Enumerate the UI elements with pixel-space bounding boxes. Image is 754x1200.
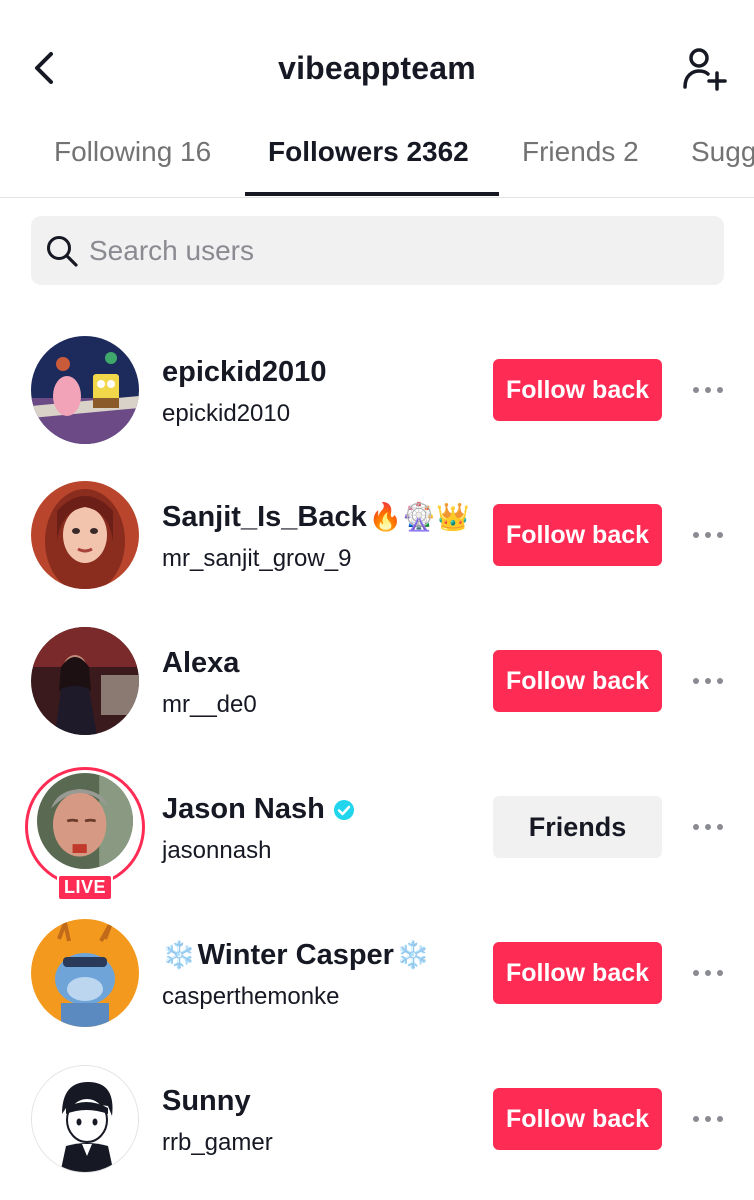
follow-back-button[interactable]: Follow back <box>493 359 662 421</box>
list-item: LIVE Jason Nash jasonnash Friends <box>0 767 754 919</box>
avatar[interactable] <box>31 481 139 589</box>
username-handle[interactable]: epickid2010 <box>162 400 290 428</box>
verified-badge-icon <box>333 799 355 821</box>
tab-friends[interactable]: Friends 2 <box>522 136 639 168</box>
avatar[interactable] <box>31 336 139 444</box>
more-options-button[interactable] <box>684 1103 732 1135</box>
tab-bar: Following 16 Followers 2362 Friends 2 Su… <box>0 120 754 198</box>
top-bar: vibeappteam <box>0 0 754 130</box>
friends-button[interactable]: Friends <box>493 796 662 858</box>
list-item: ❄️ Winter Casper ❄️ casperthemonke Follow … <box>0 919 754 1065</box>
more-icon <box>692 964 724 982</box>
search-input[interactable] <box>89 234 689 267</box>
tab-followers[interactable]: Followers 2362 <box>268 136 469 168</box>
more-options-button[interactable] <box>684 374 732 406</box>
username-name[interactable]: epickid2010 <box>162 356 326 389</box>
username-handle[interactable]: mr__de0 <box>162 691 257 719</box>
emoji-decoration: ❄️ <box>395 940 430 971</box>
username-handle[interactable]: casperthemonke <box>162 983 339 1011</box>
more-icon <box>692 381 724 399</box>
active-tab-indicator <box>245 192 499 196</box>
list-item: epickid2010 epickid2010 Follow back <box>0 336 754 482</box>
more-icon <box>692 1110 724 1128</box>
more-icon <box>692 818 724 836</box>
page-title: vibeappteam <box>278 50 476 86</box>
follow-back-button[interactable]: Follow back <box>493 1088 662 1150</box>
username-name[interactable]: Sunny <box>162 1085 251 1118</box>
add-user-button[interactable] <box>680 46 730 96</box>
more-options-button[interactable] <box>684 665 732 697</box>
more-icon <box>692 526 724 544</box>
live-badge: LIVE <box>57 874 113 901</box>
emoji-decoration: 🔥🎡👑 <box>368 502 470 533</box>
avatar[interactable] <box>37 773 133 869</box>
avatar[interactable] <box>31 919 139 1027</box>
more-options-button[interactable] <box>684 811 732 843</box>
username-name[interactable]: Alexa <box>162 647 239 680</box>
username-name[interactable]: Jason Nash <box>162 793 355 826</box>
more-icon <box>692 672 724 690</box>
follow-back-button[interactable]: Follow back <box>493 504 662 566</box>
more-options-button[interactable] <box>684 957 732 989</box>
search-icon <box>45 234 79 268</box>
tab-following[interactable]: Following 16 <box>54 136 211 168</box>
username-name[interactable]: Sanjit_Is_Back 🔥🎡👑 <box>162 501 470 534</box>
list-item: Sunny rrb_gamer Follow back <box>0 1065 754 1200</box>
search-bar[interactable] <box>31 216 724 285</box>
add-user-icon <box>681 45 729 98</box>
list-item: Alexa mr__de0 Follow back <box>0 627 754 773</box>
avatar[interactable] <box>31 627 139 735</box>
list-item: Sanjit_Is_Back 🔥🎡👑 mr_sanjit_grow_9 Follo… <box>0 481 754 627</box>
more-options-button[interactable] <box>684 519 732 551</box>
avatar[interactable] <box>31 1065 139 1173</box>
username-handle[interactable]: mr_sanjit_grow_9 <box>162 545 351 573</box>
tab-suggested[interactable]: Sugg <box>691 136 754 168</box>
follow-back-button[interactable]: Follow back <box>493 942 662 1004</box>
emoji-decoration: ❄️ <box>162 940 196 971</box>
username-handle[interactable]: rrb_gamer <box>162 1129 273 1157</box>
follow-back-button[interactable]: Follow back <box>493 650 662 712</box>
username-name[interactable]: ❄️ Winter Casper ❄️ <box>162 939 430 972</box>
username-handle[interactable]: jasonnash <box>162 837 271 865</box>
